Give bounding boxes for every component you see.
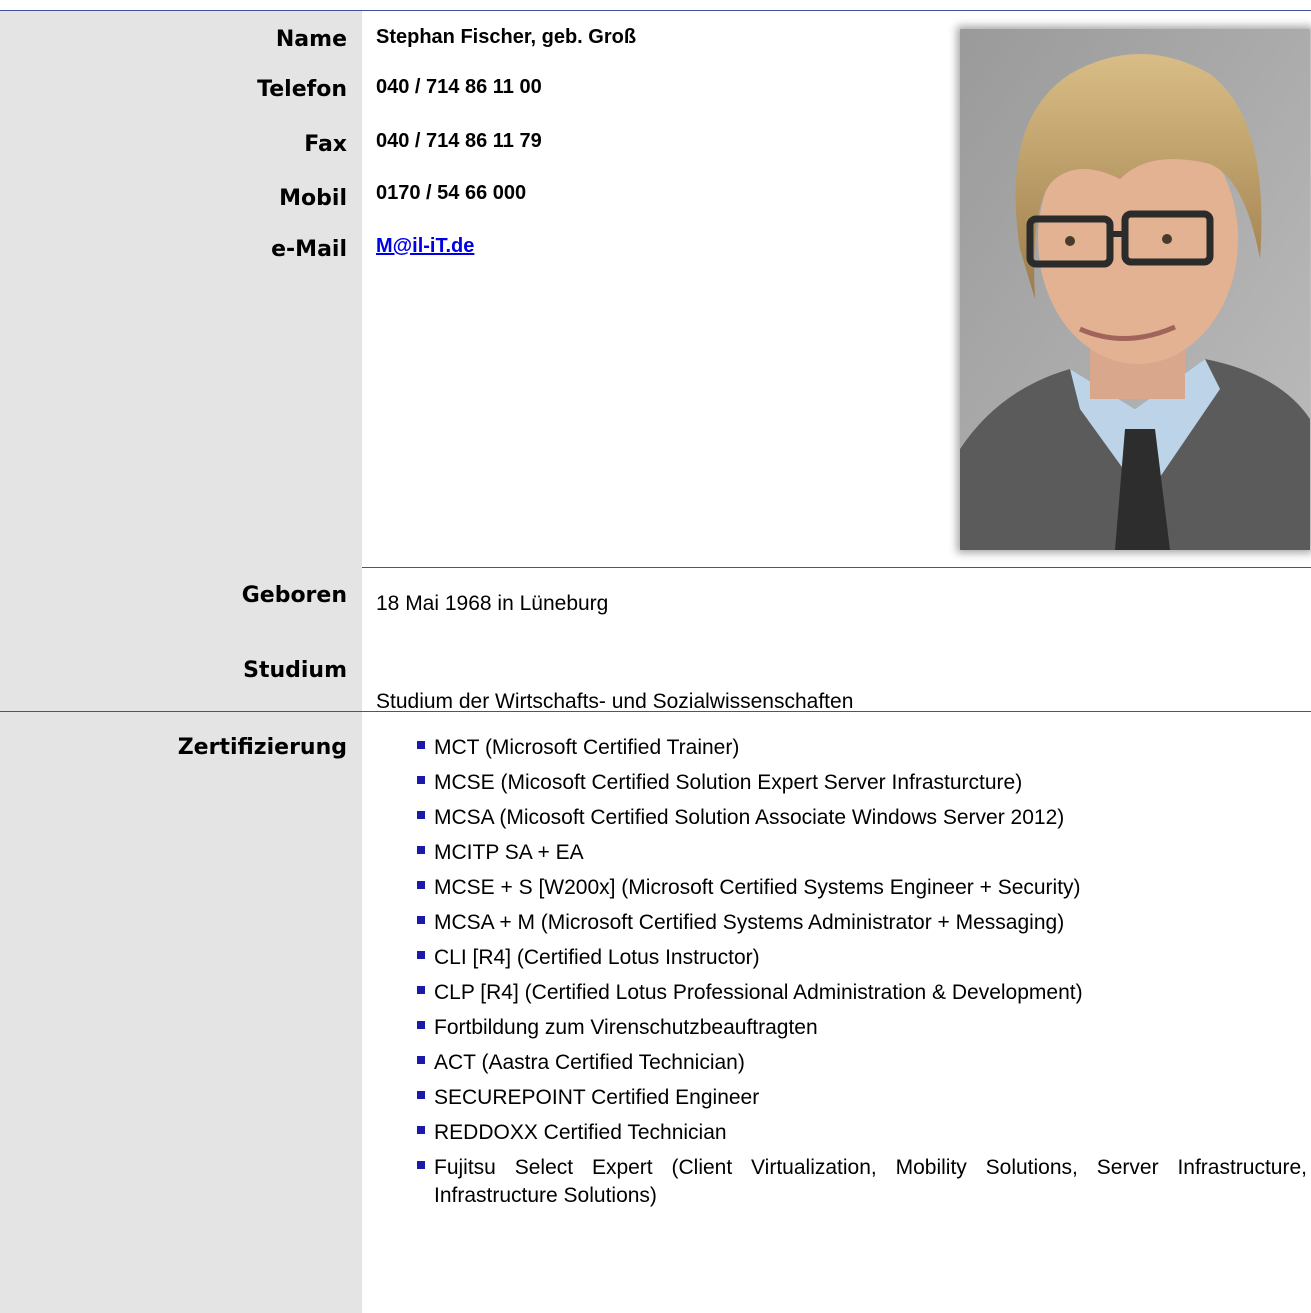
mobile-value: 0170 / 54 66 000 — [376, 182, 527, 204]
square-bullet-icon — [417, 1021, 425, 1029]
certifications-list: MCT (Microsoft Certified Trainer) MCSE (… — [417, 734, 1307, 1217]
square-bullet-icon — [417, 811, 425, 819]
cert-item: MCSA + M (Microsoft Certified Systems Ad… — [417, 909, 1307, 937]
born-value: 18 Mai 1968 in Lüneburg — [376, 592, 609, 615]
phone-value: 040 / 714 86 11 00 — [376, 76, 542, 98]
square-bullet-icon — [417, 986, 425, 994]
cert-item: CLI [R4] (Certified Lotus Instructor) — [417, 944, 1307, 972]
email-label: e-Mail — [271, 237, 347, 262]
cert-item: MCSE + S [W200x] (Microsoft Certified Sy… — [417, 874, 1307, 902]
cert-item: MCSA (Micosoft Certified Solution Associ… — [417, 804, 1307, 832]
certifications-label: Zertifizierung — [177, 735, 347, 760]
square-bullet-icon — [417, 846, 425, 854]
portrait-photo — [960, 29, 1310, 550]
study-value: Studium der Wirtschafts- und Sozialwisse… — [376, 690, 854, 713]
square-bullet-icon — [417, 1126, 425, 1134]
phone-label: Telefon — [257, 77, 347, 102]
cert-item: ACT (Aastra Certified Technician) — [417, 1049, 1307, 1077]
study-label: Studium — [243, 658, 347, 683]
square-bullet-icon — [417, 1091, 425, 1099]
cert-item: CLP [R4] (Certified Lotus Professional A… — [417, 979, 1307, 1007]
cert-item: REDDOXX Certified Technician — [417, 1119, 1307, 1147]
born-label: Geboren — [241, 583, 347, 608]
contact-divider — [362, 567, 1311, 568]
cert-item: MCITP SA + EA — [417, 839, 1307, 867]
fax-value: 040 / 714 86 11 79 — [376, 130, 542, 152]
name-value: Stephan Fischer, geb. Groß — [376, 26, 637, 48]
square-bullet-icon — [417, 881, 425, 889]
mobile-label: Mobil — [279, 186, 347, 211]
fax-label: Fax — [304, 132, 347, 157]
name-label: Name — [275, 27, 347, 52]
top-divider — [0, 10, 1311, 11]
cert-item: MCSE (Micosoft Certified Solution Expert… — [417, 769, 1307, 797]
portrait-illustration — [960, 29, 1310, 550]
square-bullet-icon — [417, 776, 425, 784]
square-bullet-icon — [417, 951, 425, 959]
cert-item: MCT (Microsoft Certified Trainer) — [417, 734, 1307, 762]
cert-item: Fujitsu Select Expert (Client Virtualiza… — [417, 1154, 1307, 1210]
cert-item: SECUREPOINT Certified Engineer — [417, 1084, 1307, 1112]
email-link[interactable]: M@il-iT.de — [376, 233, 474, 259]
square-bullet-icon — [417, 1161, 425, 1169]
cert-item: Fortbildung zum Virenschutzbeauftragten — [417, 1014, 1307, 1042]
square-bullet-icon — [417, 1056, 425, 1064]
square-bullet-icon — [417, 741, 425, 749]
square-bullet-icon — [417, 916, 425, 924]
